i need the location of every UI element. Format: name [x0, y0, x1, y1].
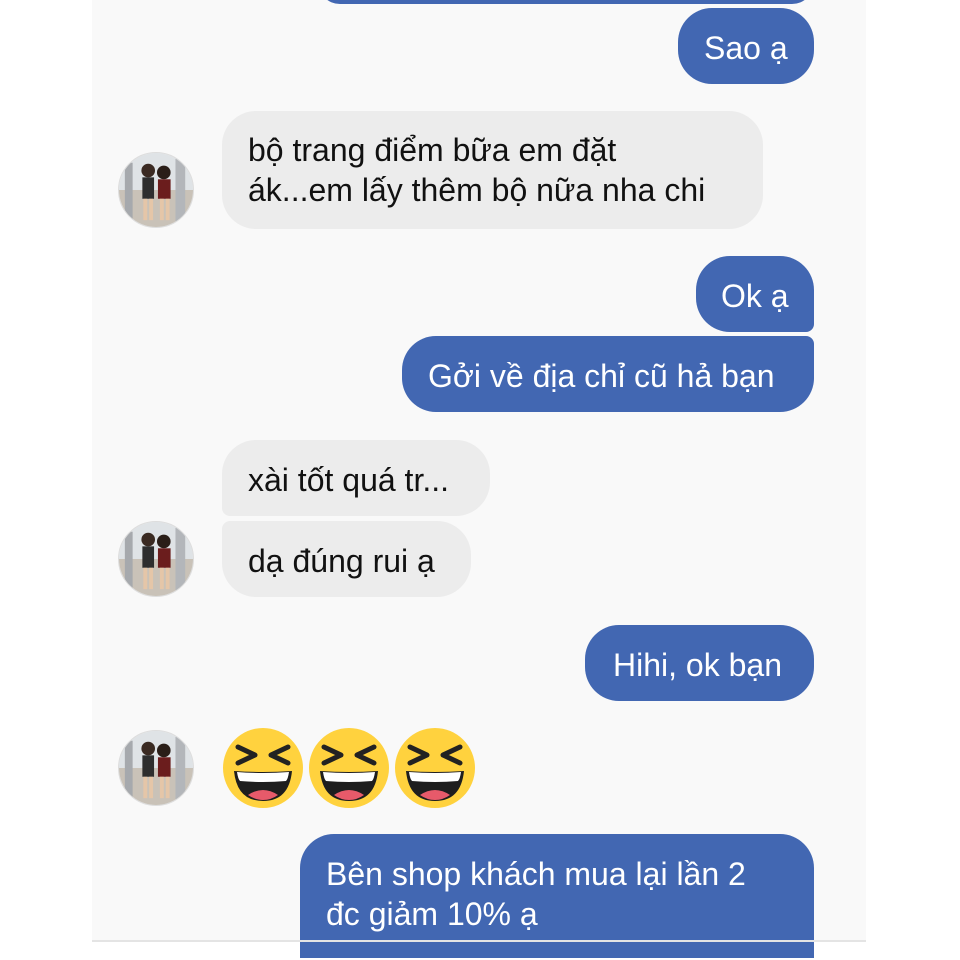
message-text: Ok ạ: [721, 278, 789, 314]
message-bubble-outgoing[interactable]: Hihi, ok bạn: [585, 625, 814, 701]
laughing-face-icon: [394, 727, 476, 809]
message-bubble-outgoing[interactable]: Ok ạ: [696, 256, 814, 332]
message-text: Gởi về địa chỉ cũ hả bạn: [428, 358, 775, 394]
message-bubble-incoming[interactable]: bộ trang điểm bữa em đặt ák...em lấy thê…: [222, 111, 763, 229]
contact-avatar[interactable]: [118, 730, 194, 806]
message-bubble-incoming[interactable]: xài tốt quá tr...: [222, 440, 490, 516]
message-bubble-outgoing[interactable]: Gởi về địa chỉ cũ hả bạn: [402, 336, 814, 412]
emoji-message[interactable]: [222, 727, 476, 809]
laughing-face-icon: [222, 727, 304, 809]
message-bubble-incoming[interactable]: dạ đúng rui ạ: [222, 521, 471, 597]
message-text-line: ák...em lấy thêm bộ nữa nha chi: [248, 172, 706, 208]
contact-avatar[interactable]: [118, 152, 194, 228]
message-text: xài tốt quá tr...: [248, 462, 449, 498]
message-text-line: đc giảm 10% ạ: [326, 896, 538, 932]
message-bubble-cut-off: [318, 0, 814, 4]
message-text: Hihi, ok bạn: [613, 647, 782, 683]
message-text-line: Bên shop khách mua lại lần 2: [326, 856, 746, 892]
message-text-line: bộ trang điểm bữa em đặt: [248, 132, 617, 168]
message-text: dạ đúng rui ạ: [248, 543, 435, 579]
laughing-face-icon: [308, 727, 390, 809]
composer-divider: [92, 940, 866, 942]
message-bubble-outgoing[interactable]: Sao ạ: [678, 8, 814, 84]
contact-avatar[interactable]: [118, 521, 194, 597]
message-text: Sao ạ: [704, 30, 788, 66]
